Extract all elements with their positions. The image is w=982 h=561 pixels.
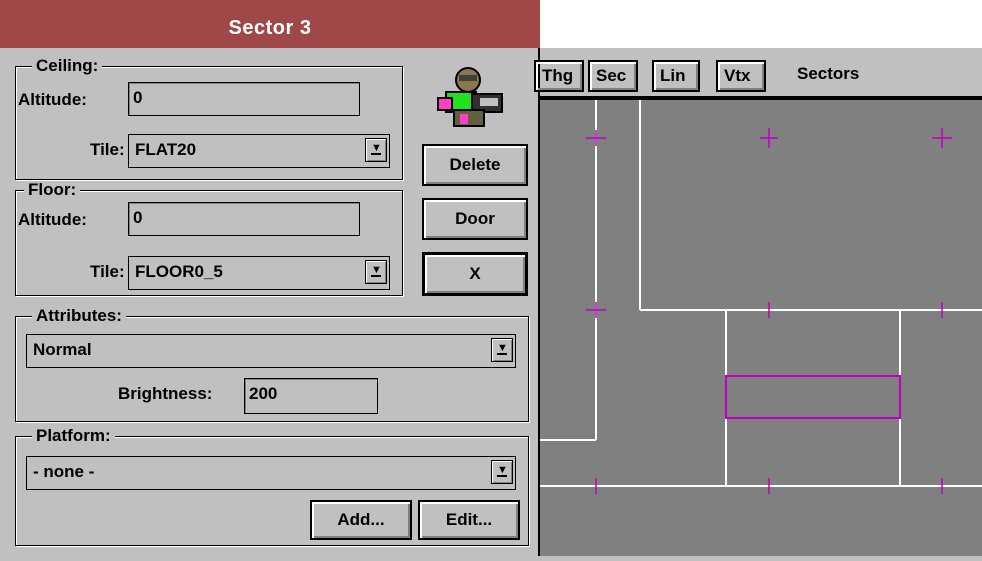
door-button[interactable]: Door bbox=[422, 198, 528, 240]
delete-button[interactable]: Delete bbox=[422, 144, 528, 186]
brightness-label: Brightness: bbox=[118, 384, 213, 403]
editor-title-area bbox=[540, 0, 982, 48]
vertex-marker bbox=[932, 128, 952, 148]
floor-tile-label: Tile: bbox=[90, 262, 125, 281]
platform-add-button[interactable]: Add... bbox=[310, 500, 412, 540]
vertex-marker bbox=[760, 128, 778, 148]
ceiling-legend: Ceiling: bbox=[32, 57, 103, 75]
floor-tile-value: FLOOR0_5 bbox=[135, 262, 223, 281]
doom-marine-icon bbox=[437, 67, 503, 127]
ceiling-tile-select[interactable]: FLAT20 bbox=[128, 134, 390, 168]
dialog-titlebar[interactable]: Sector 3 bbox=[0, 0, 540, 48]
floor-tile-dropdown-icon[interactable] bbox=[365, 260, 387, 284]
brightness-input[interactable]: 200 bbox=[244, 378, 378, 414]
editor-toolbar: Thg Sec Lin Vtx Sectors bbox=[534, 48, 982, 100]
ceiling-tile-dropdown-icon[interactable] bbox=[365, 138, 387, 162]
platform-legend: Platform: bbox=[32, 427, 115, 445]
attributes-legend: Attributes: bbox=[32, 307, 126, 325]
map-canvas[interactable] bbox=[540, 100, 982, 556]
sector-dialog: Sector 3 Ceiling: Altitude: 0 Tile: FLAT… bbox=[0, 0, 540, 556]
vertex-marker bbox=[586, 302, 606, 318]
mode-label: Sectors bbox=[797, 64, 860, 83]
ceiling-tile-label: Tile: bbox=[90, 140, 125, 159]
vertex-marker bbox=[586, 130, 606, 146]
platform-edit-button[interactable]: Edit... bbox=[418, 500, 520, 540]
close-button[interactable]: X bbox=[422, 252, 528, 296]
platform-dropdown-icon[interactable] bbox=[491, 460, 513, 484]
dialog-title: Sector 3 bbox=[228, 17, 312, 39]
ceiling-tile-value: FLAT20 bbox=[135, 140, 197, 159]
tab-lines[interactable]: Lin bbox=[652, 60, 700, 92]
attributes-value: Normal bbox=[33, 340, 92, 359]
ceiling-altitude-label: Altitude: bbox=[18, 90, 87, 109]
selected-sector bbox=[725, 375, 901, 419]
attributes-dropdown-icon[interactable] bbox=[491, 338, 513, 362]
floor-legend: Floor: bbox=[24, 181, 81, 199]
tab-sectors[interactable]: Sec bbox=[588, 60, 638, 92]
attributes-select[interactable]: Normal bbox=[26, 334, 516, 368]
ceiling-altitude-input[interactable]: 0 bbox=[128, 82, 360, 116]
map-drawing[interactable] bbox=[540, 100, 982, 556]
platform-select[interactable]: - none - bbox=[26, 456, 516, 490]
floor-altitude-label: Altitude: bbox=[18, 210, 87, 229]
tab-vertices[interactable]: Vtx bbox=[716, 60, 766, 92]
floor-altitude-input[interactable]: 0 bbox=[128, 202, 360, 236]
tab-things[interactable]: Thg bbox=[534, 60, 584, 92]
platform-value: - none - bbox=[33, 462, 95, 481]
floor-tile-select[interactable]: FLOOR0_5 bbox=[128, 256, 390, 290]
